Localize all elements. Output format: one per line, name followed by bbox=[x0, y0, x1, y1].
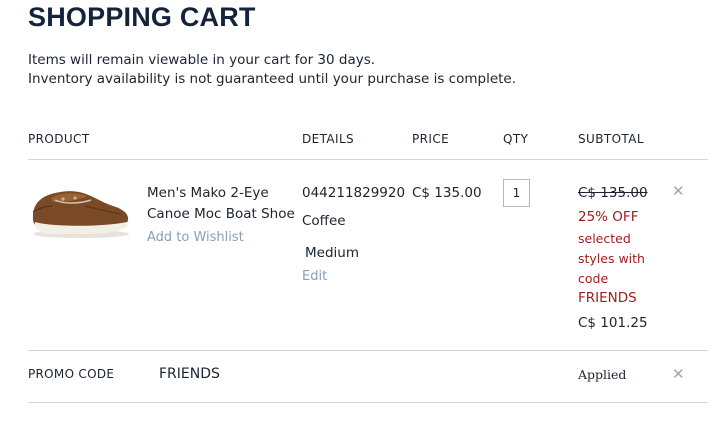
promo-code-value: FRIENDS bbox=[159, 366, 220, 382]
item-price: C$ 135.00 bbox=[412, 185, 482, 201]
product-color: Coffee bbox=[302, 213, 346, 229]
quantity-input[interactable]: 1 bbox=[503, 179, 530, 207]
divider bbox=[28, 350, 708, 351]
header-qty: QTY bbox=[503, 132, 529, 146]
promo-message-code: FRIENDS bbox=[578, 290, 637, 306]
promo-message-line-1: 25% OFF bbox=[578, 209, 639, 225]
header-product: PRODUCT bbox=[28, 132, 90, 146]
close-icon: ✕ bbox=[672, 182, 685, 200]
add-to-wishlist-link[interactable]: Add to Wishlist bbox=[147, 230, 244, 245]
divider bbox=[28, 402, 708, 403]
promo-message-line-4: code bbox=[578, 271, 609, 286]
remove-promo-button[interactable]: ✕ bbox=[672, 367, 685, 382]
product-name-line-2[interactable]: Canoe Moc Boat Shoe bbox=[147, 206, 295, 222]
final-subtotal: C$ 101.25 bbox=[578, 315, 648, 331]
product-width: Medium bbox=[305, 245, 359, 261]
cart-notice-line-2: Inventory availability is not guaranteed… bbox=[28, 71, 517, 87]
product-sku: 044211829920 bbox=[302, 185, 406, 201]
promo-message-line-2: selected bbox=[578, 231, 631, 246]
header-details: DETAILS bbox=[302, 132, 355, 146]
original-subtotal: C$ 135.00 bbox=[578, 185, 648, 201]
promo-code-label: PROMO CODE bbox=[28, 367, 115, 381]
header-subtotal: SUBTOTAL bbox=[578, 132, 644, 146]
promo-message-line-3: styles with bbox=[578, 251, 645, 266]
product-image[interactable] bbox=[27, 176, 131, 240]
product-name-line-1[interactable]: Men's Mako 2-Eye bbox=[147, 185, 269, 201]
page-title: SHOPPING CART bbox=[28, 2, 256, 32]
divider bbox=[28, 159, 708, 160]
remove-item-button[interactable]: ✕ bbox=[672, 184, 685, 199]
cart-notice-line-1: Items will remain viewable in your cart … bbox=[28, 52, 376, 68]
header-price: PRICE bbox=[412, 132, 450, 146]
close-icon: ✕ bbox=[672, 365, 685, 383]
promo-status: Applied bbox=[578, 367, 627, 382]
edit-item-link[interactable]: Edit bbox=[302, 269, 327, 284]
